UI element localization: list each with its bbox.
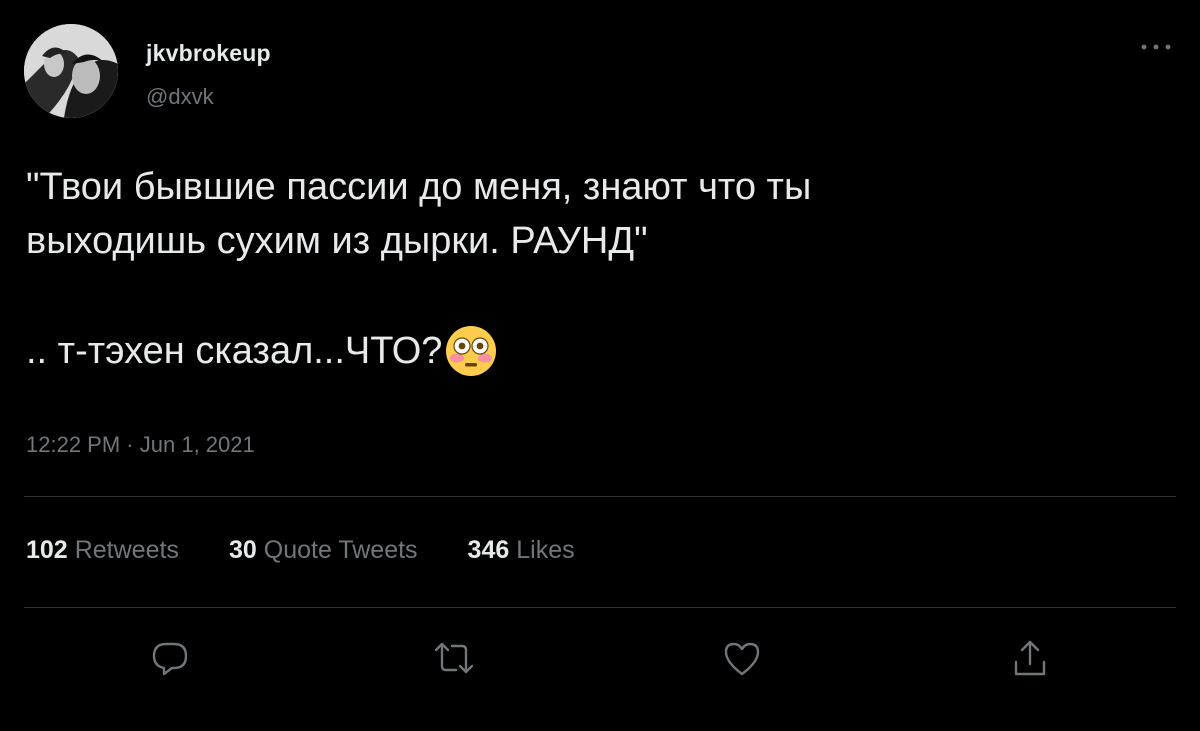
tweet-line-3: .. т-тэхен сказал...ЧТО? <box>26 324 1126 378</box>
likes-label: Likes <box>516 536 575 564</box>
share-icon[interactable] <box>1008 636 1052 680</box>
tweet-date: Jun 1, 2021 <box>139 432 255 457</box>
tweet-actions <box>0 636 1200 684</box>
reply-icon[interactable] <box>148 636 192 680</box>
quote-tweets-count: 30 <box>228 536 257 564</box>
display-name[interactable]: jkvbrokeup <box>146 40 271 67</box>
tweet-stats: 102 Retweets 30 Quote Tweets 346 Likes <box>26 536 575 565</box>
divider <box>24 607 1176 608</box>
divider <box>24 496 1176 497</box>
quote-tweets-label: Quote Tweets <box>263 536 418 564</box>
retweets-count: 102 <box>26 536 68 564</box>
like-icon[interactable] <box>720 636 764 680</box>
flushed-face-emoji <box>444 324 498 378</box>
tweet-line-3-text: .. т-тэхен сказал...ЧТО? <box>26 330 443 372</box>
tweet-time: 12:22 PM <box>26 432 121 457</box>
more-options-icon[interactable] <box>1138 40 1174 54</box>
likes-count: 346 <box>467 536 510 564</box>
profile-photo <box>24 24 118 118</box>
quote-tweets-stat[interactable]: 30 Quote Tweets <box>229 536 418 565</box>
likes-stat[interactable]: 346 Likes <box>468 536 575 565</box>
tweet-line-1: "Твои бывшие пассии до меня, знают что т… <box>26 166 812 208</box>
tweet-text: "Твои бывшие пассии до меня, знают что т… <box>26 160 1126 378</box>
user-handle[interactable]: @dxvk <box>146 84 214 110</box>
retweets-stat[interactable]: 102 Retweets <box>26 536 179 565</box>
retweets-label: Retweets <box>74 536 179 564</box>
tweet-timestamp[interactable]: 12:22 PM · Jun 1, 2021 <box>26 432 255 458</box>
retweet-icon[interactable] <box>432 636 476 680</box>
tweet-line-2: выходишь сухим из дырки. РАУНД" <box>26 220 648 262</box>
timestamp-separator: · <box>126 432 134 457</box>
avatar[interactable] <box>24 24 118 118</box>
